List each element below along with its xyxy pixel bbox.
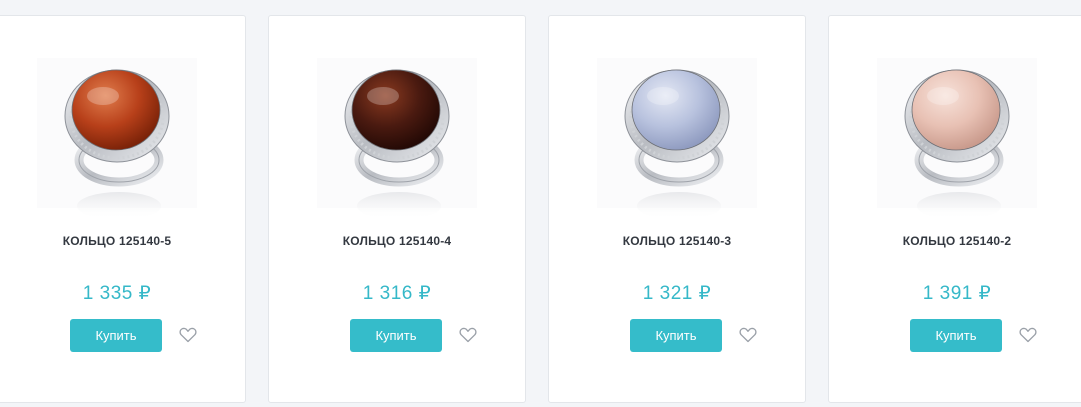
favorite-button[interactable]	[739, 327, 757, 343]
ring-image	[877, 58, 1037, 220]
product-title[interactable]: КОЛЬЦО 125140-5	[0, 234, 245, 248]
buy-button[interactable]: Купить	[350, 319, 442, 352]
ring-image	[317, 58, 477, 220]
buy-button[interactable]: Купить	[910, 319, 1002, 352]
favorite-button[interactable]	[459, 327, 477, 343]
ring-image	[37, 58, 197, 220]
product-image[interactable]	[549, 38, 805, 228]
product-price: 1 321 ₽	[642, 283, 712, 304]
favorite-button[interactable]	[179, 327, 197, 343]
product-image[interactable]	[829, 38, 1081, 228]
product-image[interactable]	[269, 38, 525, 228]
product-image[interactable]	[0, 38, 245, 228]
ring-image	[597, 58, 757, 220]
product-title[interactable]: КОЛЬЦО 125140-4	[269, 234, 525, 248]
buy-button[interactable]: Купить	[630, 319, 722, 352]
product-card[interactable]: КОЛЬЦО 125140-4 1 316 ₽ Купить	[268, 15, 526, 403]
heart-outline-icon	[459, 327, 477, 343]
product-price: 1 316 ₽	[362, 283, 432, 304]
heart-outline-icon	[179, 327, 197, 343]
heart-outline-icon	[1019, 327, 1037, 343]
buy-button[interactable]: Купить	[70, 319, 162, 352]
heart-outline-icon	[739, 327, 757, 343]
product-price: 1 335 ₽	[82, 283, 152, 304]
product-price: 1 391 ₽	[922, 283, 992, 304]
product-card[interactable]: КОЛЬЦО 125140-2 1 391 ₽ Купить	[828, 15, 1081, 403]
product-title[interactable]: КОЛЬЦО 125140-3	[549, 234, 805, 248]
favorite-button[interactable]	[1019, 327, 1037, 343]
product-card[interactable]: КОЛЬЦО 125140-3 1 321 ₽ Купить	[548, 15, 806, 403]
product-title[interactable]: КОЛЬЦО 125140-2	[829, 234, 1081, 248]
product-card[interactable]: КОЛЬЦО 125140-5 1 335 ₽ Купить	[0, 15, 246, 403]
